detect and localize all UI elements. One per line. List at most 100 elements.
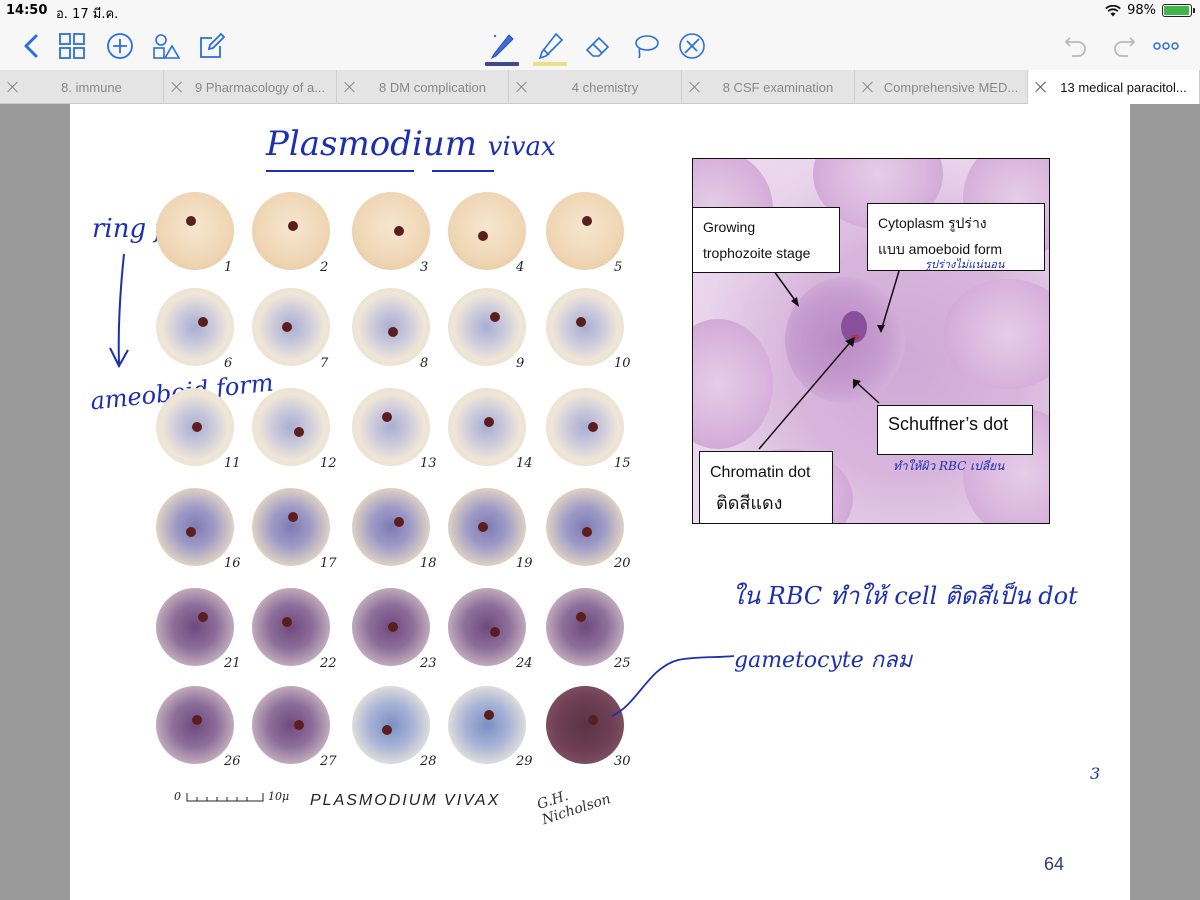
cell-number: 15 bbox=[614, 456, 631, 471]
cell-number: 23 bbox=[420, 656, 437, 671]
tab-label: 13 medical paracitol... bbox=[1060, 79, 1187, 95]
label-schuffner-dot: Schuffner’s dot bbox=[877, 405, 1033, 455]
parasite-cell bbox=[546, 388, 624, 466]
redo-icon[interactable] bbox=[1108, 30, 1140, 62]
cell-number: 29 bbox=[516, 754, 533, 769]
chromatin-dot bbox=[478, 231, 488, 241]
parasite-cell bbox=[448, 288, 526, 366]
chromatin-dot bbox=[294, 720, 304, 730]
cell-number: 26 bbox=[224, 754, 241, 769]
cell-number: 11 bbox=[224, 456, 241, 471]
tab-label: 9 Pharmacology of a... bbox=[194, 79, 326, 95]
close-icon[interactable] bbox=[515, 80, 529, 94]
shapes-icon[interactable] bbox=[150, 30, 182, 62]
tab-label: 8 DM complication bbox=[379, 79, 486, 95]
close-icon[interactable] bbox=[861, 80, 875, 94]
disable-icon[interactable] bbox=[676, 30, 708, 62]
pen-icon[interactable] bbox=[485, 30, 519, 66]
close-icon[interactable] bbox=[170, 80, 184, 94]
chromatin-dot bbox=[388, 327, 398, 337]
scale-end: 10μ bbox=[268, 790, 290, 803]
label-text: Growing bbox=[703, 219, 756, 235]
cell-number: 4 bbox=[516, 260, 525, 275]
parasite-cell bbox=[156, 686, 234, 764]
parasite-cell bbox=[352, 488, 430, 566]
title-word-genus: Plasmodium bbox=[266, 124, 477, 164]
parasite-cell bbox=[352, 192, 430, 270]
tab-chemistry[interactable]: 4 chemistry bbox=[509, 70, 682, 104]
chromatin-dot bbox=[186, 527, 196, 537]
cell-number: 9 bbox=[516, 356, 525, 371]
toolbar bbox=[0, 24, 1200, 70]
title-word-species: vivax bbox=[487, 132, 556, 162]
illustrator-signature: G.H. Nicholson bbox=[535, 787, 613, 829]
parasite-cell bbox=[448, 588, 526, 666]
parasite-cell bbox=[252, 288, 330, 366]
chromatin-dot bbox=[588, 715, 598, 725]
chromatin-dot bbox=[576, 317, 586, 327]
tab-label: 8. immune bbox=[61, 79, 122, 95]
tab-medical-parasitology[interactable]: 13 medical paracitol... bbox=[1028, 70, 1200, 104]
down-arrow-icon bbox=[109, 253, 129, 369]
parasite-cell bbox=[156, 192, 234, 270]
chromatin-dot bbox=[192, 422, 202, 432]
cell-number: 22 bbox=[320, 656, 337, 671]
grid-icon[interactable] bbox=[56, 30, 88, 62]
tab-pharmacology[interactable]: 9 Pharmacology of a... bbox=[164, 70, 337, 104]
tab-csf-examination[interactable]: 8 CSF examination bbox=[682, 70, 855, 104]
parasite-cell bbox=[546, 192, 624, 270]
battery-percent: 98% bbox=[1127, 3, 1156, 18]
close-icon[interactable] bbox=[6, 80, 20, 94]
more-icon[interactable] bbox=[1150, 30, 1182, 62]
parasite-cell bbox=[546, 288, 624, 366]
parasite-cell bbox=[448, 388, 526, 466]
eraser-icon[interactable] bbox=[582, 30, 614, 62]
chromatin-dot bbox=[288, 221, 298, 231]
chromatin-dot bbox=[394, 517, 404, 527]
chromatin-dot bbox=[484, 417, 494, 427]
parasite-cell bbox=[156, 288, 234, 366]
close-icon[interactable] bbox=[343, 80, 357, 94]
status-time: 14:50 bbox=[6, 3, 48, 18]
label-text: Cytoplasm รูปร่าง bbox=[878, 215, 987, 231]
add-icon[interactable] bbox=[104, 30, 136, 62]
back-icon[interactable] bbox=[16, 30, 48, 62]
chromatin-dot bbox=[582, 527, 592, 537]
close-icon[interactable] bbox=[1034, 80, 1048, 94]
schuffner-handwritten-note: ทำให้ผิว RBC เปลี่ยน bbox=[893, 459, 1005, 473]
parasite-cell bbox=[252, 588, 330, 666]
parasite-cell bbox=[252, 488, 330, 566]
scale-ruler-icon bbox=[186, 793, 263, 802]
chromatin-dot bbox=[484, 710, 494, 720]
parasite-cell bbox=[252, 388, 330, 466]
chromatin-dot bbox=[490, 312, 500, 322]
cell-number: 28 bbox=[420, 754, 437, 769]
tab-immune[interactable]: 8. immune bbox=[0, 70, 164, 104]
micrograph-image: Growing trophozoite stage Cytoplasm รูปร… bbox=[692, 158, 1050, 524]
tab-comprehensive[interactable]: Comprehensive MED... bbox=[855, 70, 1028, 104]
cell-number: 13 bbox=[420, 456, 437, 471]
note-page[interactable]: Plasmodium vivax ring form ameoboid form… bbox=[70, 104, 1130, 900]
cell-number: 21 bbox=[224, 656, 241, 671]
lasso-icon[interactable] bbox=[630, 30, 662, 62]
edit-icon[interactable] bbox=[196, 30, 228, 62]
parasite-cell bbox=[156, 388, 234, 466]
chromatin-dot bbox=[388, 622, 398, 632]
parasite-cell bbox=[352, 288, 430, 366]
chromatin-dot bbox=[294, 427, 304, 437]
cell-number: 8 bbox=[420, 356, 429, 371]
cell-number: 2 bbox=[320, 260, 329, 275]
chromatin-dot bbox=[490, 627, 500, 637]
scale-start: 0 bbox=[174, 790, 181, 803]
highlighter-icon[interactable] bbox=[533, 30, 567, 66]
chromatin-dot bbox=[198, 317, 208, 327]
undo-icon[interactable] bbox=[1060, 30, 1092, 62]
chromatin-dot bbox=[192, 715, 202, 725]
tab-dm-complication[interactable]: 8 DM complication bbox=[337, 70, 509, 104]
tab-label: 8 CSF examination bbox=[722, 79, 834, 95]
chromatin-dot bbox=[582, 216, 592, 226]
close-icon[interactable] bbox=[688, 80, 702, 94]
rbc-dot-note: ใน RBC ทำให้ cell ติดสีเป็น dot bbox=[732, 582, 1078, 610]
chromatin-dot bbox=[282, 617, 292, 627]
cell-number: 17 bbox=[320, 556, 337, 571]
